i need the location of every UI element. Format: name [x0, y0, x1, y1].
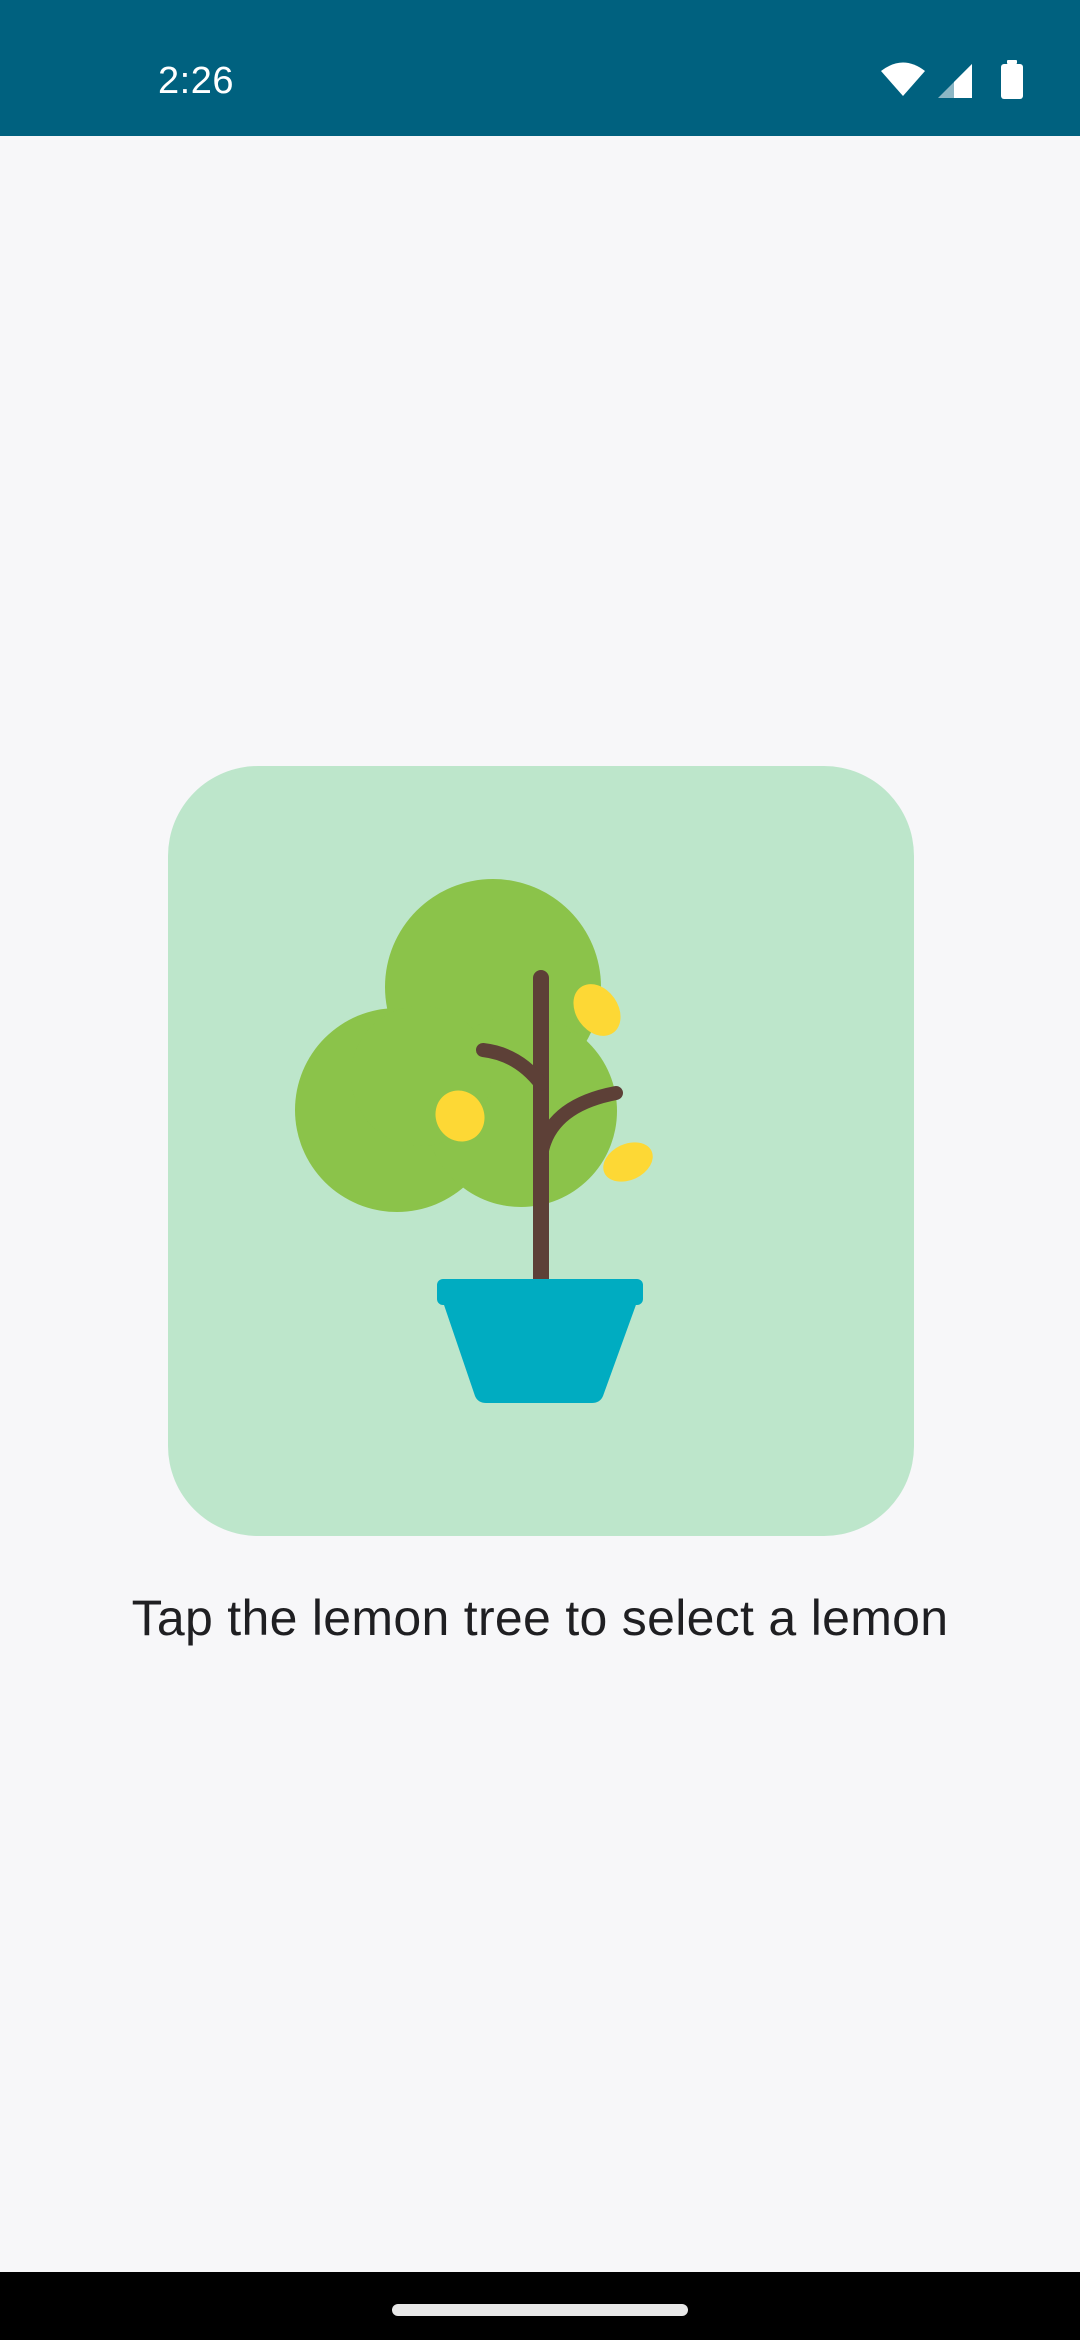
navigation-bar [0, 2272, 1080, 2340]
wifi-icon [881, 62, 925, 96]
cell-signal-icon [938, 64, 972, 98]
lemon-tree-button[interactable] [168, 766, 914, 1536]
status-bar: 2:26 [0, 0, 1080, 136]
status-icons [880, 60, 1040, 102]
content-area: Tap the lemon tree to select a lemon [0, 136, 1080, 2272]
lemonade-app-screen: 2:26 Tap the lemon tree to select a lemo… [0, 0, 1080, 2340]
instruction-text: Tap the lemon tree to select a lemon [131, 1590, 949, 1646]
status-time: 2:26 [158, 60, 234, 102]
battery-icon [1001, 60, 1023, 99]
lemon-tree-icon [295, 879, 653, 1403]
gesture-handle[interactable] [392, 2304, 688, 2316]
